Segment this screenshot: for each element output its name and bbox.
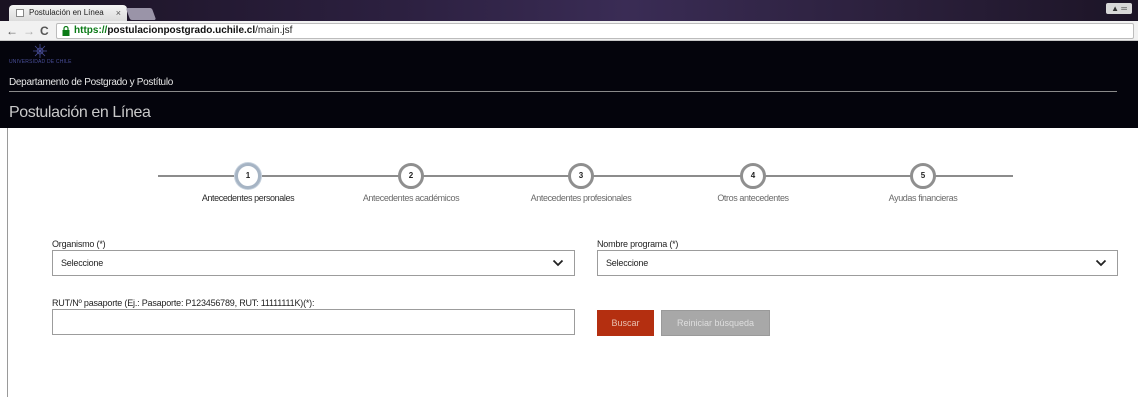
- reload-icon[interactable]: C: [40, 23, 49, 39]
- url-path: /main.jsf: [255, 25, 293, 36]
- chevron-down-icon: [552, 259, 564, 267]
- page-title: Postulación en Línea: [9, 104, 151, 121]
- chevron-down-icon: [1095, 259, 1107, 267]
- step-ayudas-financieras[interactable]: 5 Ayudas financieras: [843, 163, 1003, 203]
- step-label: Otros antecedentes: [717, 193, 789, 203]
- programa-select[interactable]: Seleccione: [597, 250, 1118, 276]
- browser-tab[interactable]: Postulación en Línea ×: [9, 5, 127, 21]
- step-antecedentes-profesionales[interactable]: 3 Antecedentes profesionales: [501, 163, 661, 203]
- step-number: 4: [740, 163, 766, 189]
- back-arrow-icon[interactable]: ←: [6, 23, 18, 39]
- programa-label: Nombre programa (*): [597, 239, 679, 249]
- step-label: Antecedentes profesionales: [530, 193, 632, 203]
- programa-selected-value: Seleccione: [606, 258, 649, 268]
- url-host: postulacionpostgrado.uchile.cl: [107, 25, 256, 36]
- step-number: 2: [398, 163, 424, 189]
- step-label: Ayudas financieras: [888, 193, 958, 203]
- url-scheme: https://: [74, 25, 108, 36]
- browser-tab-bar: Postulación en Línea × ▲ ═: [0, 0, 1138, 21]
- forward-arrow-icon[interactable]: →: [23, 23, 35, 39]
- step-number: 1: [235, 163, 261, 189]
- header-divider: [9, 91, 1117, 92]
- university-logo-icon: [33, 44, 47, 58]
- organismo-select[interactable]: Seleccione: [52, 250, 575, 276]
- rut-label: RUT/Nº pasaporte (Ej.: Pasaporte: P12345…: [52, 298, 315, 308]
- address-bar[interactable]: https://postulacionpostgrado.uchile.cl/m…: [56, 23, 1134, 39]
- rut-input[interactable]: [52, 309, 575, 335]
- content-left-border: [7, 128, 8, 397]
- new-tab-button[interactable]: [125, 8, 157, 20]
- window-controls[interactable]: ▲ ═: [1106, 3, 1132, 14]
- step-antecedentes-personales[interactable]: 1 Antecedentes personales: [168, 163, 328, 203]
- site-header: UNIVERSIDAD DE CHILE Departamento de Pos…: [0, 41, 1138, 128]
- department-name: Departamento de Postgrado y Postítulo: [9, 77, 174, 88]
- browser-toolbar: ← → C https://postulacionpostgrado.uchil…: [0, 21, 1138, 41]
- step-number: 5: [910, 163, 936, 189]
- page-favicon-icon: [16, 9, 24, 17]
- step-number: 3: [568, 163, 594, 189]
- organismo-selected-value: Seleccione: [61, 258, 104, 268]
- reset-search-button[interactable]: Reiniciar búsqueda: [661, 310, 770, 336]
- lock-icon: [62, 26, 70, 36]
- step-antecedentes-academicos[interactable]: 2 Antecedentes académicos: [331, 163, 491, 203]
- step-otros-antecedentes[interactable]: 4 Otros antecedentes: [673, 163, 833, 203]
- tab-close-icon[interactable]: ×: [116, 5, 121, 21]
- search-button[interactable]: Buscar: [597, 310, 654, 336]
- organismo-label: Organismo (*): [52, 239, 106, 249]
- step-label: Antecedentes académicos: [362, 193, 460, 203]
- logo-text: UNIVERSIDAD DE CHILE: [9, 59, 72, 65]
- browser-tab-title: Postulación en Línea: [29, 8, 104, 17]
- step-label: Antecedentes personales: [201, 193, 295, 203]
- address-url: https://postulacionpostgrado.uchile.cl/m…: [74, 24, 292, 38]
